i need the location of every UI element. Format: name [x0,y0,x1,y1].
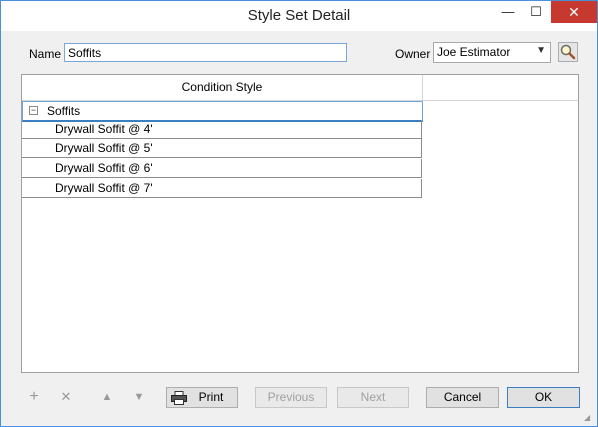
column-header-condition-style[interactable]: Condition Style [22,75,423,101]
style-set-detail-window: Style Set Detail — ☐ ✕ Name Soffits Owne… [0,0,598,427]
condition-style-grid[interactable]: Condition Style − Soffits Drywall Soffit… [21,74,579,373]
previous-button[interactable]: Previous [255,387,327,408]
title-bar: Style Set Detail — ☐ ✕ [1,1,597,31]
move-up-button[interactable]: ▲ [96,387,118,407]
owner-search-button[interactable] [558,42,578,62]
search-icon [560,44,576,60]
name-label: Name [29,47,62,61]
minimize-button[interactable]: — [494,1,522,23]
print-button[interactable]: Print [166,387,238,408]
maximize-button[interactable]: ☐ [522,1,550,23]
group-row-soffits[interactable]: − Soffits [22,101,423,122]
table-row[interactable]: Drywall Soffit @ 7' [22,179,422,198]
chevron-down-icon: ▼ [536,45,546,56]
ok-button[interactable]: OK [507,387,580,408]
close-button[interactable]: ✕ [551,1,597,23]
collapse-icon[interactable]: − [29,106,38,115]
owner-dropdown[interactable]: Joe Estimator ▼ [433,42,551,63]
cancel-button[interactable]: Cancel [426,387,499,408]
group-label: Soffits [47,104,81,118]
table-row[interactable]: Drywall Soffit @ 6' [22,159,422,178]
resize-grip-icon[interactable]: ◢ [584,413,594,423]
move-down-button[interactable]: ▼ [128,387,150,407]
delete-button[interactable]: ✕ [55,387,77,407]
table-row[interactable]: Drywall Soffit @ 4' [22,120,422,139]
add-button[interactable]: + [23,387,45,407]
next-button[interactable]: Next [337,387,409,408]
name-field[interactable]: Soffits [64,43,347,62]
print-label: Print [198,390,224,404]
table-row[interactable]: Drywall Soffit @ 5' [22,139,422,158]
printer-icon [171,391,187,405]
column-header-empty [423,75,578,101]
owner-label: Owner [395,47,431,61]
owner-value: Joe Estimator [437,45,511,59]
